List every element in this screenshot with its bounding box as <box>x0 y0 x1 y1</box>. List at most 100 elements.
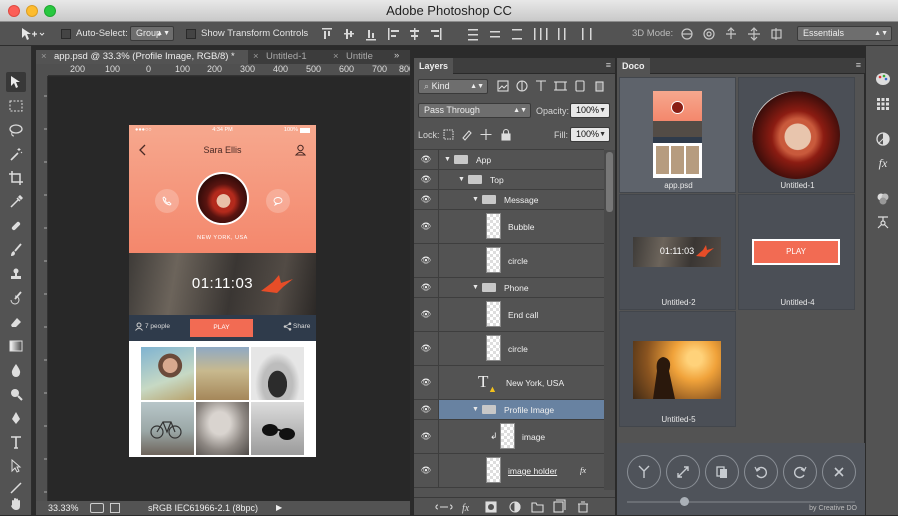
rotate-left-icon[interactable] <box>744 455 778 489</box>
rotate-right-icon[interactable] <box>783 455 817 489</box>
visibility-eye-icon[interactable]: 👁 <box>414 244 439 277</box>
brush-tool-icon[interactable] <box>6 240 26 260</box>
photo-thumb-record[interactable] <box>251 347 304 400</box>
layer-row-circle[interactable]: 👁 circle <box>414 244 604 278</box>
visibility-eye-icon[interactable]: 👁 <box>414 150 439 169</box>
pen-tool-icon[interactable] <box>6 408 26 428</box>
3d-mode-tools[interactable] <box>678 26 788 42</box>
expand-triangle-icon[interactable]: ▼ <box>472 196 479 203</box>
marquee-tool-icon[interactable] <box>6 96 26 116</box>
opacity-field[interactable]: 100% ▼ <box>570 103 610 118</box>
fill-field[interactable]: 100% ▼ <box>570 127 610 142</box>
eyedropper-tool-icon[interactable] <box>6 192 26 212</box>
doco-item-untitled-5[interactable]: Untitled-5 <box>619 311 736 427</box>
doco-item-untitled-4[interactable]: PLAY Untitled-4 <box>738 194 855 310</box>
tab-layers[interactable]: Layers <box>414 58 454 74</box>
move-tool-icon[interactable] <box>6 72 26 92</box>
path-selection-icon[interactable] <box>6 456 26 476</box>
layers-scrollbar[interactable] <box>604 150 615 490</box>
copy-icon[interactable] <box>705 455 739 489</box>
layer-row-new-york[interactable]: 👁 T ▲ New York, USA <box>414 366 604 400</box>
healing-brush-icon[interactable] <box>6 216 26 236</box>
visibility-eye-icon[interactable]: 👁 <box>414 400 439 419</box>
expand-triangle-icon[interactable]: ▼ <box>444 156 451 163</box>
photo-thumb-sleeping[interactable] <box>196 402 249 455</box>
visibility-eye-icon[interactable]: 👁 <box>414 366 439 399</box>
doco-slider-track[interactable] <box>627 501 855 503</box>
layer-row-end-call[interactable]: 👁 End call <box>414 298 604 332</box>
close-icon[interactable] <box>822 455 856 489</box>
history-brush-icon[interactable] <box>6 288 26 308</box>
timeline-icon[interactable] <box>90 503 104 513</box>
zoom-level[interactable]: 33.33% <box>48 501 79 515</box>
visibility-eye-icon[interactable]: 👁 <box>414 298 439 331</box>
close-tab-icon[interactable]: × <box>253 50 259 64</box>
visibility-eye-icon[interactable]: 👁 <box>414 420 439 453</box>
lasso-tool-icon[interactable] <box>6 120 26 140</box>
lock-icons[interactable] <box>442 128 522 141</box>
type-tool-icon[interactable] <box>6 432 26 452</box>
merge-icon[interactable] <box>627 455 661 489</box>
share-document-icon[interactable] <box>110 503 120 513</box>
network-icon[interactable] <box>874 214 892 232</box>
adjustments-icon[interactable] <box>874 130 892 148</box>
panel-menu-icon[interactable]: ≡ <box>856 60 861 70</box>
more-tabs-icon[interactable]: » <box>394 50 399 61</box>
hand-tool-icon[interactable] <box>6 494 26 514</box>
layer-row-profile-image[interactable]: 👁 ▼ Profile Image <box>414 400 604 420</box>
panel-menu-icon[interactable]: ≡ <box>606 60 611 70</box>
tab-untitled-1[interactable]: × Untitled-1 <box>248 50 328 64</box>
doco-item-untitled-2[interactable]: 01:11:03 Untitled-2 <box>619 194 736 310</box>
minimize-window-button[interactable] <box>26 5 38 17</box>
gradient-tool-icon[interactable] <box>6 336 26 356</box>
layer-row-phone[interactable]: 👁 ▼ Phone <box>414 278 604 298</box>
show-transform-checkbox[interactable] <box>186 29 196 39</box>
photo-thumb-sunglasses[interactable] <box>251 402 304 455</box>
filter-kind-dropdown[interactable]: ⌕ Kind ▲▼ <box>418 79 488 94</box>
stamp-tool-icon[interactable] <box>6 264 26 284</box>
magic-wand-icon[interactable] <box>6 144 26 164</box>
zoom-window-button[interactable] <box>44 5 56 17</box>
layer-row-message[interactable]: 👁 ▼ Message <box>414 190 604 210</box>
close-tab-icon[interactable]: × <box>333 50 339 64</box>
phone-artboard[interactable]: ●●●○○ 4:34 PM 100% Sara Ellis NEW YORK, … <box>129 125 316 457</box>
3d-materials-icon[interactable] <box>874 190 892 208</box>
visibility-eye-icon[interactable]: 👁 <box>414 190 439 209</box>
visibility-eye-icon[interactable]: 👁 <box>414 210 439 243</box>
visibility-eye-icon[interactable]: 👁 <box>414 332 439 365</box>
message-bubble-icon[interactable] <box>266 189 290 213</box>
visibility-eye-icon[interactable]: 👁 <box>414 278 439 297</box>
expand-icon[interactable] <box>666 455 700 489</box>
doco-item-app-psd[interactable]: app.psd <box>619 77 736 193</box>
layer-row-image[interactable]: 👁 ↲ image <box>414 420 604 454</box>
tab-untitled[interactable]: × Untitle <box>328 50 388 64</box>
status-menu-arrow-icon[interactable]: ▶ <box>276 501 282 515</box>
auto-select-dropdown[interactable]: Group ▲▼ <box>130 26 174 41</box>
color-palette-icon[interactable] <box>874 70 892 88</box>
layer-row-image-holder[interactable]: 👁 image holder fx <box>414 454 604 488</box>
filter-icons[interactable] <box>496 79 606 93</box>
close-tab-icon[interactable]: × <box>41 50 47 64</box>
expand-triangle-icon[interactable]: ▼ <box>458 176 465 183</box>
crop-tool-icon[interactable] <box>6 168 26 188</box>
photo-thumb-field[interactable] <box>196 347 249 400</box>
styles-fx-icon[interactable]: fx <box>874 154 892 172</box>
workspace-dropdown[interactable]: Essentials ▲▼ <box>797 26 892 41</box>
layer-row-circle-2[interactable]: 👁 circle <box>414 332 604 366</box>
layer-row-top[interactable]: 👁 ▼ Top <box>414 170 604 190</box>
layer-row-app[interactable]: 👁 ▼ App <box>414 150 604 170</box>
expand-triangle-icon[interactable]: ▼ <box>472 284 479 291</box>
photo-thumb-bicycle[interactable] <box>141 402 194 455</box>
fx-icon[interactable]: fx <box>580 465 586 475</box>
scroll-thumb[interactable] <box>606 152 613 212</box>
layer-row-bubble[interactable]: 👁 Bubble <box>414 210 604 244</box>
dodge-tool-icon[interactable] <box>6 384 26 404</box>
auto-select-checkbox[interactable] <box>61 29 71 39</box>
swatches-grid-icon[interactable] <box>874 95 892 113</box>
visibility-eye-icon[interactable]: 👁 <box>414 454 439 487</box>
blend-mode-dropdown[interactable]: Pass Through ▲▼ <box>418 103 531 118</box>
close-window-button[interactable] <box>8 5 20 17</box>
doco-slider-thumb[interactable] <box>680 497 689 506</box>
call-icon[interactable] <box>155 189 179 213</box>
doco-item-untitled-1[interactable]: Untitled-1 <box>738 77 855 193</box>
